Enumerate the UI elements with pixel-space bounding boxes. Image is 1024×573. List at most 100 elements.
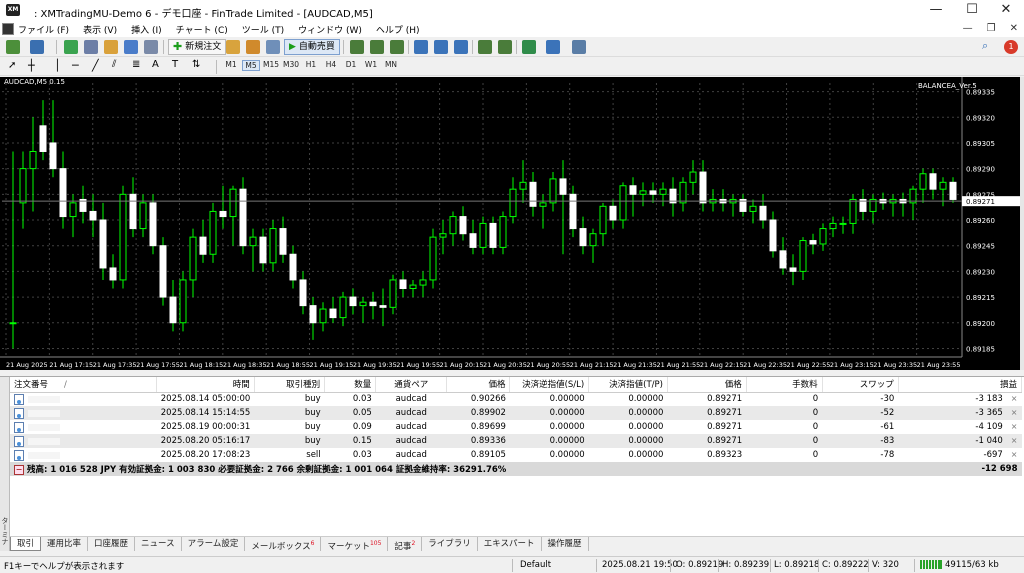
candle-body	[59, 168, 67, 218]
minimize-button[interactable]: —	[918, 0, 954, 22]
col-price[interactable]: 価格	[446, 377, 511, 393]
chart-window-icon[interactable]	[2, 23, 14, 35]
close-order-icon[interactable]: ×	[1011, 422, 1018, 431]
menu-item[interactable]: チャート (C)	[176, 23, 228, 36]
metaeditor-icon[interactable]	[226, 40, 240, 54]
tab-1[interactable]: 運用比率	[41, 537, 89, 551]
close-order-icon[interactable]: ×	[1011, 450, 1018, 459]
tab-label: ライブラリ	[428, 539, 471, 549]
connection-status[interactable]: 49115/63 kb	[920, 560, 999, 570]
candle-body	[469, 233, 477, 248]
close-order-icon[interactable]: ×	[1011, 394, 1018, 403]
col-commission[interactable]: 手数料	[746, 377, 823, 393]
child-restore-button[interactable]: ❐	[987, 23, 996, 34]
chart-svg[interactable]: 0.893350.893200.893050.892900.892750.892…	[0, 77, 1020, 370]
order-row[interactable]: 2025.08.19 00:00:31 buy 0.09 audcad 0.89699 0…	[10, 420, 1022, 434]
line-chart-icon[interactable]	[390, 40, 404, 54]
cursor-icon[interactable]: ➚	[8, 60, 16, 71]
fibonacci-icon[interactable]: ≣	[132, 59, 140, 70]
signals-icon[interactable]	[246, 40, 260, 54]
close-order-icon[interactable]: ×	[1011, 436, 1018, 445]
col-order-id[interactable]: 注文番号 /	[10, 377, 158, 393]
price-chart[interactable]: 0.89335 0.89320 0.89305 0.89290 0.89275 0.892…	[0, 77, 1020, 370]
col-tp[interactable]: 決済指値(T/P)	[588, 377, 668, 393]
order-row[interactable]: 2025.08.14 05:00:00 buy 0.03 audcad 0.90266 0…	[10, 392, 1022, 406]
periods-icon[interactable]	[546, 40, 560, 54]
candlestick-icon[interactable]	[370, 40, 384, 54]
menu-item[interactable]: ウィンドウ (W)	[298, 23, 362, 36]
chart-scrollbar[interactable]	[1020, 77, 1024, 370]
col-time[interactable]: 時間	[156, 377, 255, 393]
tab-10[interactable]: 操作履歴	[542, 537, 589, 551]
vertical-line-icon[interactable]: │	[54, 59, 61, 72]
zoom-in-icon[interactable]	[414, 40, 428, 54]
tab-7[interactable]: 記事2	[388, 537, 423, 552]
new-order-button[interactable]: ✚ 新規注文	[168, 39, 227, 55]
x-tick-label: 21 Aug 21:55	[656, 361, 700, 369]
chart-shift-icon[interactable]	[498, 40, 512, 54]
new-chart-icon[interactable]	[6, 40, 20, 54]
auto-trading-button[interactable]: ▶ 自動売買	[284, 39, 340, 55]
col-cur-price[interactable]: 価格	[667, 377, 747, 393]
text-icon[interactable]: A	[152, 59, 159, 70]
bar-chart-icon[interactable]	[350, 40, 364, 54]
menu-item[interactable]: ヘルプ (H)	[376, 23, 420, 36]
timeframe-h1[interactable]: H1	[302, 60, 320, 69]
tab-9[interactable]: エキスパート	[478, 537, 542, 551]
data-window-icon[interactable]	[84, 40, 98, 54]
terminal-icon[interactable]	[124, 40, 138, 54]
options-icon[interactable]	[266, 40, 280, 54]
trendline-icon[interactable]: ╱	[92, 59, 99, 72]
candle-body	[359, 301, 367, 307]
autoscroll-icon[interactable]	[478, 40, 492, 54]
child-minimize-button[interactable]: —	[963, 23, 973, 34]
timeframe-d1[interactable]: D1	[342, 60, 360, 69]
crosshair-icon[interactable]: ┼	[28, 59, 35, 72]
menu-item[interactable]: 表示 (V)	[83, 23, 117, 36]
text-label-icon[interactable]: T	[172, 59, 178, 70]
order-row[interactable]: 2025.08.20 05:16:17 buy 0.15 audcad 0.89336 0…	[10, 434, 1022, 448]
horizontal-line-icon[interactable]: ─	[72, 59, 79, 72]
col-volume[interactable]: 数量	[324, 377, 377, 393]
close-order-icon[interactable]: ×	[1011, 408, 1018, 417]
col-type[interactable]: 取引種別	[254, 377, 326, 393]
templates-icon[interactable]	[572, 40, 586, 54]
tab-5[interactable]: メールボックス6	[245, 537, 322, 552]
tab-2[interactable]: 口座履歴	[88, 537, 136, 551]
tab-0[interactable]: 取引	[10, 537, 42, 551]
menu-item[interactable]: 挿入 (I)	[131, 23, 162, 36]
timeframe-m15[interactable]: M15	[262, 60, 280, 69]
tab-6[interactable]: マーケット105	[321, 537, 389, 552]
indicators-icon[interactable]	[522, 40, 536, 54]
close-button[interactable]: ✕	[988, 0, 1024, 22]
col-sl[interactable]: 決済逆指値(S/L)	[509, 377, 590, 393]
arrows-icon[interactable]: ⇅	[192, 59, 200, 70]
profiles-icon[interactable]	[30, 40, 44, 54]
tab-3[interactable]: ニュース	[135, 537, 182, 551]
navigator-icon[interactable]	[104, 40, 118, 54]
timeframe-w1[interactable]: W1	[362, 60, 380, 69]
market-watch-icon[interactable]	[64, 40, 78, 54]
timeframe-mn[interactable]: MN	[382, 60, 400, 69]
maximize-button[interactable]: ☐	[954, 0, 990, 22]
timeframe-m1[interactable]: M1	[222, 60, 240, 69]
tab-4[interactable]: アラーム設定	[182, 537, 246, 551]
timeframe-h4[interactable]: H4	[322, 60, 340, 69]
order-row[interactable]: 2025.08.14 15:14:55 buy 0.05 audcad 0.89902 0…	[10, 406, 1022, 420]
col-profit[interactable]: 損益	[898, 377, 1023, 393]
child-close-button[interactable]: ✕	[1010, 23, 1018, 34]
channel-icon[interactable]: ⫽	[112, 59, 116, 70]
tab-8[interactable]: ライブラリ	[422, 537, 478, 551]
search-icon[interactable]: ⌕	[982, 39, 988, 53]
timeframe-m30[interactable]: M30	[282, 60, 300, 69]
menu-item[interactable]: ツール (T)	[242, 23, 284, 36]
zoom-out-icon[interactable]	[434, 40, 448, 54]
menu-item[interactable]: ファイル (F)	[18, 23, 69, 36]
order-row[interactable]: 2025.08.20 17:08:23 sell 0.03 audcad 0.89105…	[10, 448, 1022, 462]
notification-badge[interactable]: 1	[1004, 40, 1018, 54]
tile-windows-icon[interactable]	[454, 40, 468, 54]
strategy-tester-icon[interactable]	[144, 40, 158, 54]
col-swap[interactable]: スワップ	[822, 377, 899, 393]
col-symbol[interactable]: 通貨ペア	[375, 377, 448, 393]
timeframe-m5[interactable]: M5	[242, 60, 260, 71]
